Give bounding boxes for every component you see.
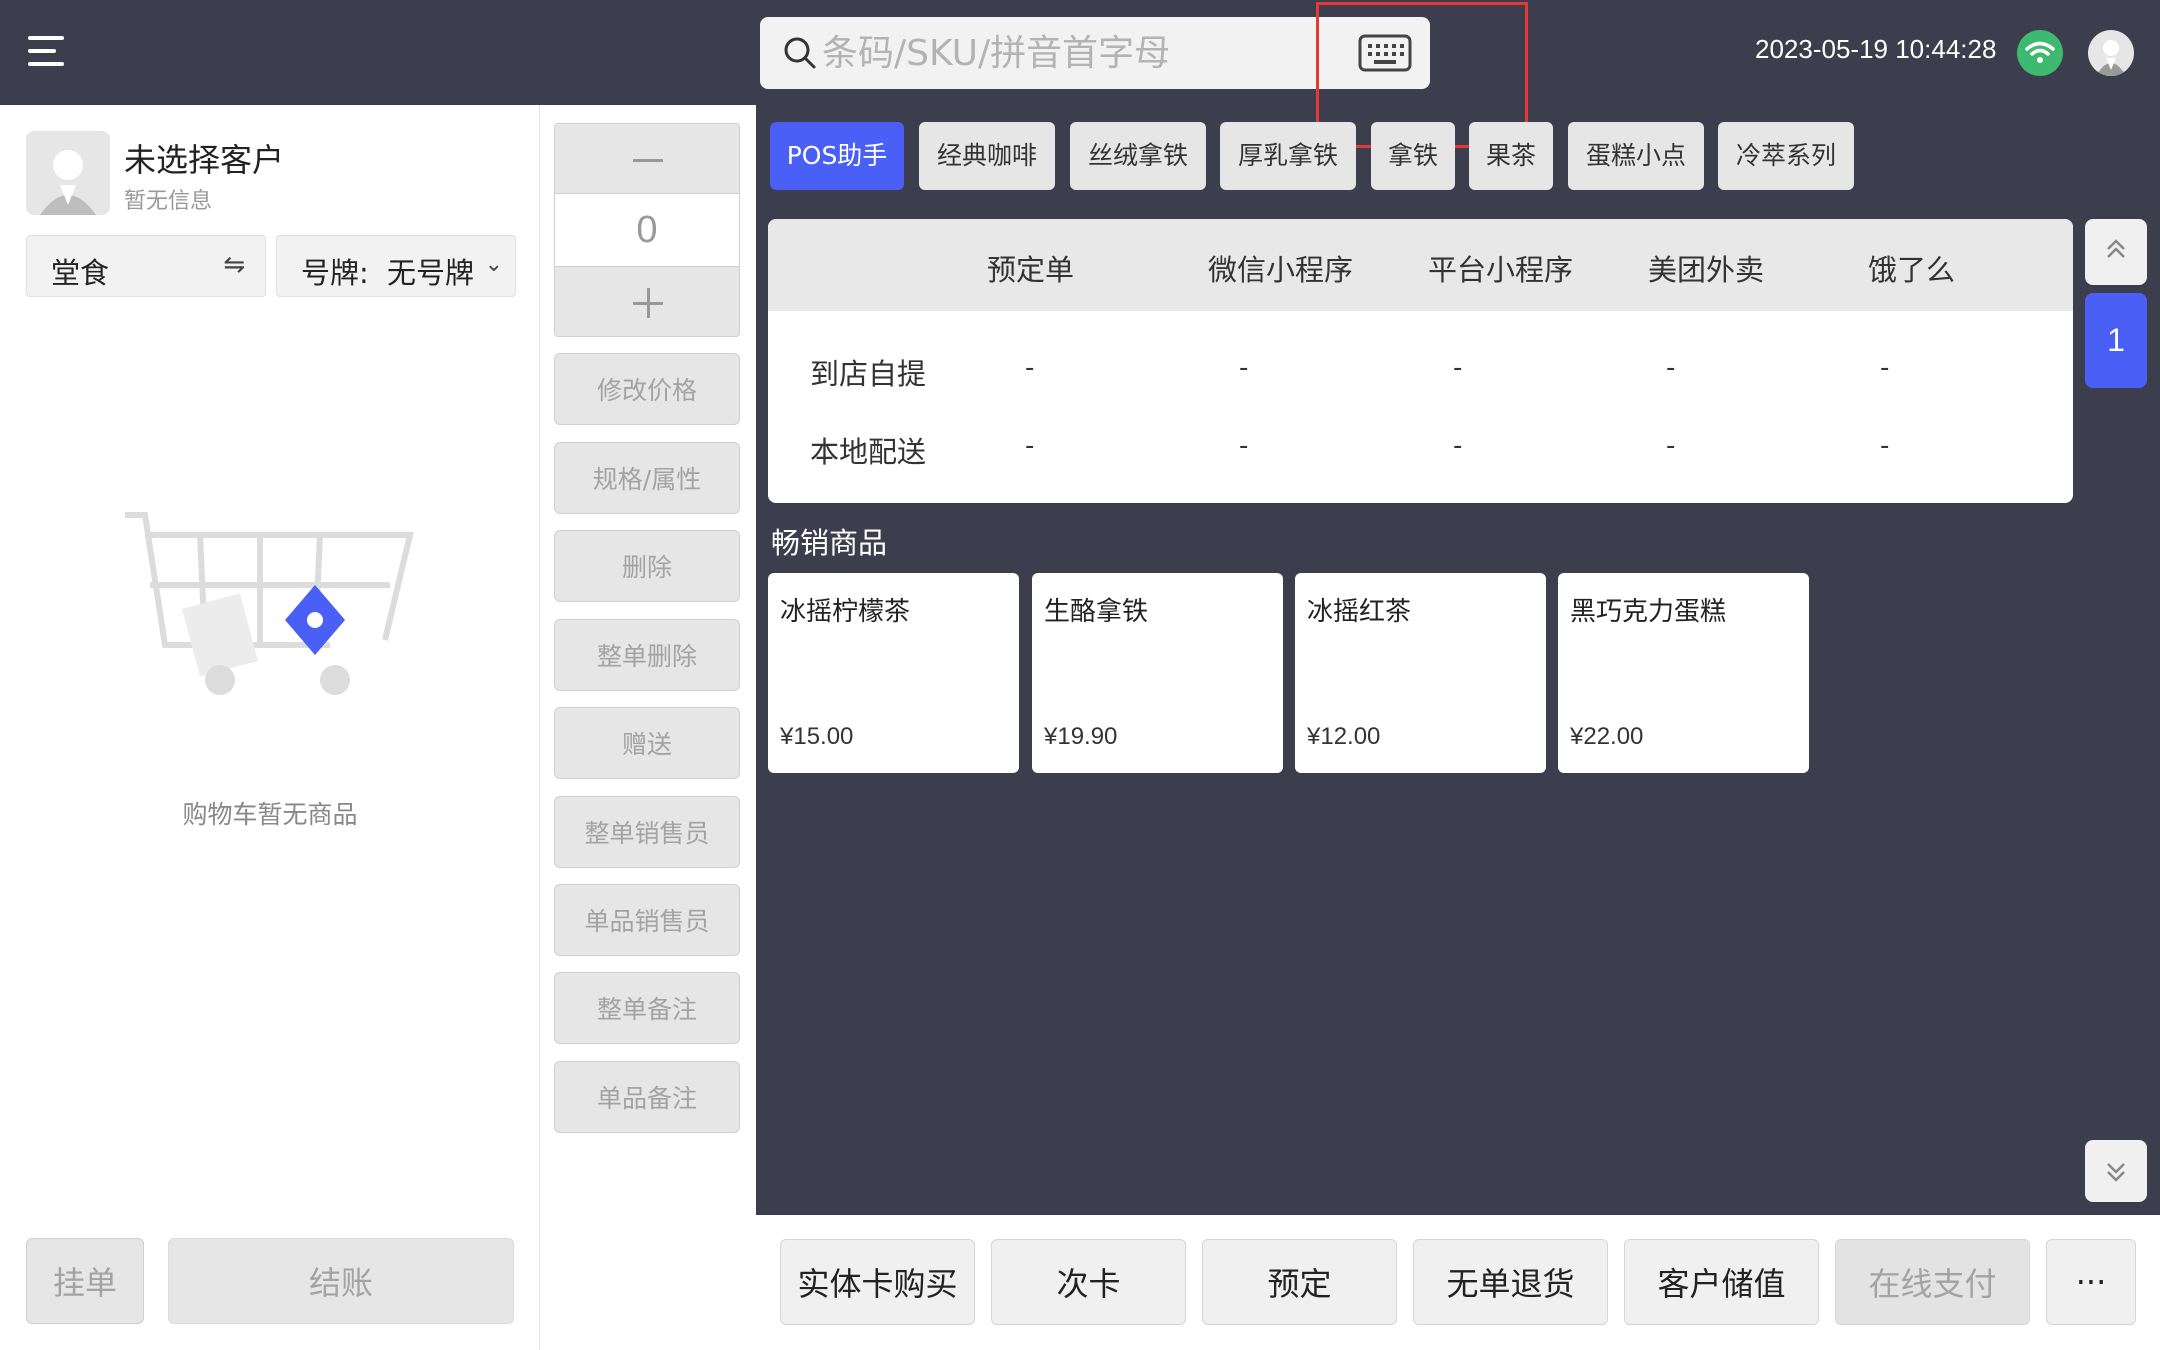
tab-cold-brew[interactable]: 冷萃系列: [1718, 122, 1854, 190]
item-note-button[interactable]: 单品备注: [554, 1061, 740, 1133]
channel-header-row: 预定单 微信小程序 平台小程序 美团外卖 饿了么: [768, 219, 2073, 311]
scroll-down-button[interactable]: [2085, 1140, 2147, 1202]
customer-topup-button[interactable]: 客户储值: [1624, 1239, 1819, 1325]
delete-button[interactable]: 删除: [554, 530, 740, 602]
tab-thick-milk-latte[interactable]: 厚乳拿铁: [1220, 122, 1356, 190]
tab-fruit-tea[interactable]: 果茶: [1469, 122, 1553, 190]
customer-info: 暂无信息: [124, 189, 213, 214]
increase-button[interactable]: [555, 266, 739, 336]
bottom-action-bar: 实体卡购买 次卡 预定 无单退货 客户储值 在线支付 ···: [756, 1215, 2160, 1350]
table-cell[interactable]: -: [1239, 353, 1248, 383]
table-cell[interactable]: -: [1880, 431, 1889, 461]
checkout-button[interactable]: 结账: [168, 1238, 514, 1324]
table-cell[interactable]: -: [1453, 431, 1462, 461]
gift-button[interactable]: 赠送: [554, 707, 740, 779]
menu-icon[interactable]: [28, 36, 64, 66]
dine-type-label: 堂食: [51, 256, 110, 290]
product-name: 冰摇红茶: [1307, 597, 1412, 627]
datetime: 2023-05-19 10:44:28: [1755, 34, 1997, 64]
tab-cake-snacks[interactable]: 蛋糕小点: [1568, 122, 1704, 190]
item-salesperson-button[interactable]: 单品销售员: [554, 884, 740, 956]
product-name: 黑巧克力蛋糕: [1570, 597, 1727, 627]
user-avatar[interactable]: [2088, 30, 2134, 76]
dine-type-toggle[interactable]: 堂食 ⇋: [26, 235, 266, 297]
no-receipt-return-button[interactable]: 无单退货: [1413, 1239, 1608, 1325]
swap-icon: ⇋: [223, 250, 245, 280]
tab-pos-assistant[interactable]: POS助手: [770, 122, 904, 190]
scroll-up-button[interactable]: [2085, 219, 2147, 285]
search-box[interactable]: [760, 17, 1430, 89]
product-price: ¥15.00: [780, 723, 854, 750]
table-cell[interactable]: -: [1666, 353, 1675, 383]
table-cell[interactable]: -: [1880, 353, 1889, 383]
cart-panel: 未选择客户 暂无信息 堂食 ⇋ 号牌: 无号牌 ⌄ 购物车暂无商品 挂单 结账: [0, 105, 540, 1350]
bestsellers-title: 畅销商品: [771, 526, 888, 560]
keyboard-icon[interactable]: [1358, 34, 1412, 72]
plate-value: 无号牌: [387, 256, 475, 290]
more-button[interactable]: ···: [2046, 1239, 2136, 1325]
table-cell[interactable]: -: [1025, 431, 1034, 461]
physical-card-purchase-button[interactable]: 实体卡购买: [780, 1239, 975, 1325]
product-name: 冰摇柠檬茶: [780, 597, 911, 627]
column-header: 平台小程序: [1428, 253, 1574, 287]
tab-classic-coffee[interactable]: 经典咖啡: [919, 122, 1055, 190]
reservation-button[interactable]: 预定: [1202, 1239, 1397, 1325]
product-card[interactable]: 黑巧克力蛋糕 ¥22.00: [1558, 573, 1809, 773]
cart-empty-text: 购物车暂无商品: [182, 800, 358, 829]
channel-summary-table: 预定单 微信小程序 平台小程序 美团外卖 饿了么 到店自提 - - - - - …: [768, 219, 2073, 503]
column-header: 饿了么: [1868, 253, 1956, 287]
table-cell[interactable]: -: [1025, 353, 1034, 383]
page-number[interactable]: 1: [2085, 293, 2147, 388]
quantity-stepper[interactable]: 0: [554, 123, 740, 337]
column-header: 微信小程序: [1208, 253, 1354, 287]
quantity-value: 0: [636, 209, 658, 251]
product-name: 生酪拿铁: [1044, 597, 1149, 627]
plate-label: 号牌:: [301, 256, 369, 290]
punch-card-button[interactable]: 次卡: [991, 1239, 1186, 1325]
table-cell[interactable]: -: [1666, 431, 1675, 461]
tab-velvet-latte[interactable]: 丝绒拿铁: [1070, 122, 1206, 190]
column-header: 预定单: [987, 253, 1075, 287]
edit-price-button[interactable]: 修改价格: [554, 353, 740, 425]
plate-number-select[interactable]: 号牌: 无号牌 ⌄: [276, 235, 516, 297]
tab-latte[interactable]: 拿铁: [1371, 122, 1455, 190]
column-header: 美团外卖: [1648, 253, 1765, 287]
product-price: ¥22.00: [1570, 723, 1644, 750]
search-icon: [784, 37, 816, 69]
order-note-button[interactable]: 整单备注: [554, 972, 740, 1044]
top-bar: 2023-05-19 10:44:28: [0, 0, 2160, 148]
product-card[interactable]: 冰摇红茶 ¥12.00: [1295, 573, 1546, 773]
wifi-icon[interactable]: [2017, 30, 2063, 76]
row-label-pickup: 到店自提: [810, 357, 927, 391]
decrease-button[interactable]: [555, 124, 739, 194]
hold-order-button[interactable]: 挂单: [26, 1238, 144, 1324]
product-card[interactable]: 冰摇柠檬茶 ¥15.00: [768, 573, 1019, 773]
search-input[interactable]: [822, 25, 1342, 81]
chevron-double-up-icon: [2107, 239, 2125, 258]
delete-order-button[interactable]: 整单删除: [554, 619, 740, 691]
product-price: ¥12.00: [1307, 723, 1381, 750]
table-cell[interactable]: -: [1453, 353, 1462, 383]
customer-name[interactable]: 未选择客户: [124, 135, 284, 181]
chevron-down-icon: ⌄: [484, 252, 503, 277]
order-salesperson-button[interactable]: 整单销售员: [554, 796, 740, 868]
action-column: 0 修改价格 规格/属性 删除 整单删除 赠送 整单销售员 单品销售员 整单备注…: [540, 105, 756, 1350]
row-label-delivery: 本地配送: [810, 435, 927, 469]
product-price: ¥19.90: [1044, 723, 1118, 750]
spec-attribute-button[interactable]: 规格/属性: [554, 442, 740, 514]
table-cell[interactable]: -: [1239, 431, 1248, 461]
customer-avatar[interactable]: [26, 131, 110, 215]
online-payment-button[interactable]: 在线支付: [1835, 1239, 2030, 1325]
product-card[interactable]: 生酪拿铁 ¥19.90: [1032, 573, 1283, 773]
chevron-double-down-icon: [2107, 1163, 2125, 1182]
